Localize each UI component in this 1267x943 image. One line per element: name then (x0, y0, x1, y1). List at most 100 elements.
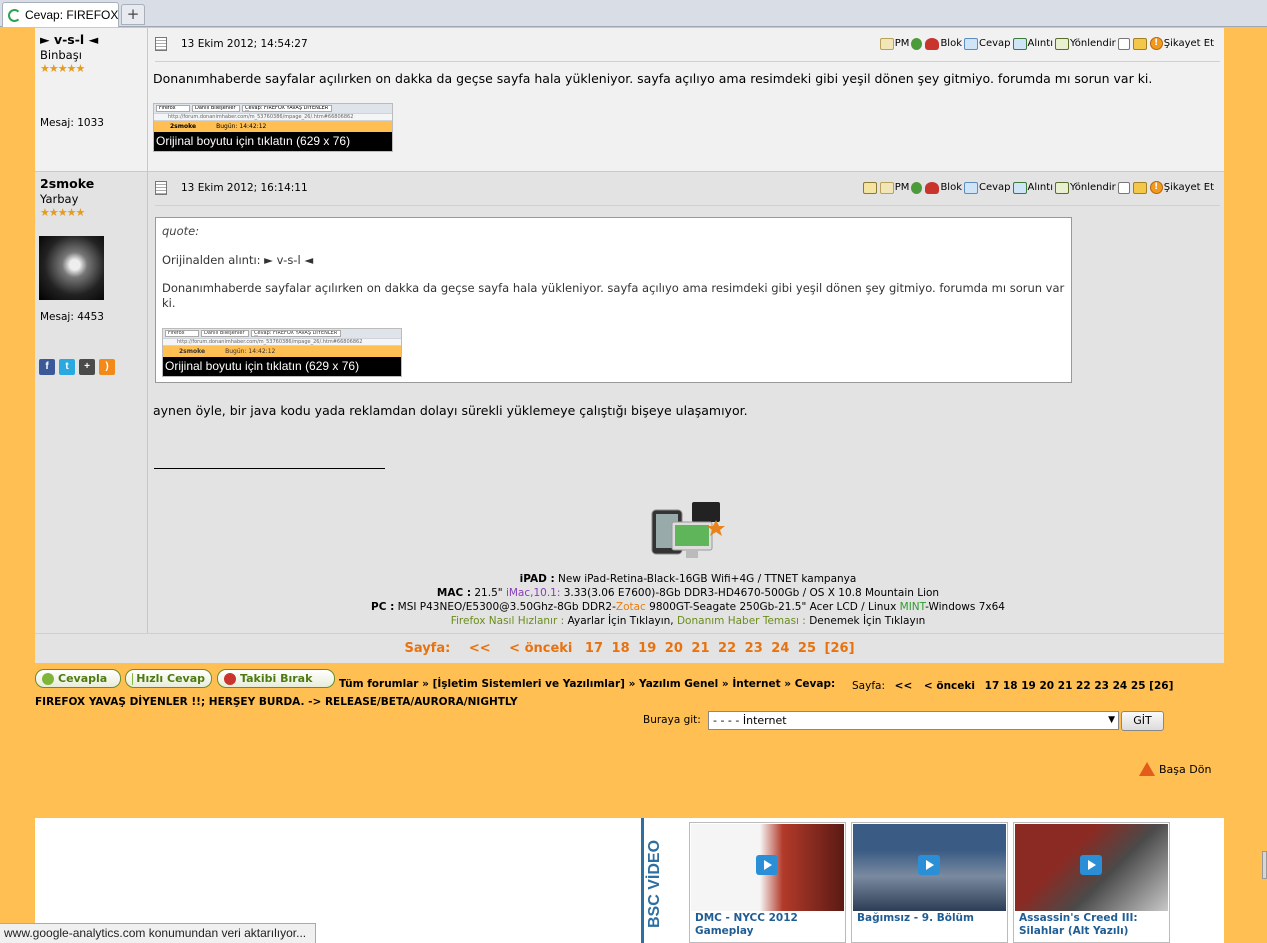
reply-button[interactable]: Cevap (964, 181, 1011, 194)
pm-button[interactable]: PM (879, 37, 909, 50)
add-user-icon (911, 37, 923, 50)
block-button[interactable]: Blok (925, 181, 962, 194)
page-link[interactable]: 24 (1113, 680, 1128, 692)
page-link[interactable]: 25 (798, 641, 816, 656)
breadcrumb-thread-title[interactable]: FIREFOX YAVAŞ DİYENLER !!; HERŞEY BURDA.… (35, 696, 518, 708)
quote-button[interactable]: Alıntı (1012, 37, 1053, 50)
page-link[interactable]: 18 (612, 641, 630, 656)
image-thumbnail[interactable]: Firefox Dahili Bileşenler Cevap: FIREFOX Y… (162, 328, 402, 377)
goto-forum-select[interactable]: - - - - İnternet ▼ (708, 711, 1119, 730)
warning-icon: ! (1149, 181, 1163, 194)
email-button[interactable] (862, 181, 878, 194)
thumbnail-caption: Orijinal boyutu için tıklatın (629 x 76) (154, 132, 392, 151)
active-tab[interactable]: Cevap: FIREFOX... (2, 2, 119, 27)
report-button[interactable]: ! Şikayet Et (1149, 37, 1214, 50)
forward-button[interactable]: Yönlendir (1054, 37, 1116, 50)
thumbnail-caption: Orijinal boyutu için tıklatın (629 x 76) (163, 357, 401, 376)
folder-button[interactable] (1132, 37, 1148, 50)
note-button[interactable] (1117, 181, 1131, 194)
page-link[interactable]: 22 (718, 641, 736, 656)
twitter-icon[interactable]: t (59, 359, 75, 375)
page-link[interactable]: 25 (1131, 680, 1146, 692)
rss-icon[interactable]: ) (99, 359, 115, 375)
pm-button[interactable]: PM (879, 181, 909, 194)
signature-ipad: iPAD : New iPad-Retina-Black-16GB Wifi+4… (519, 573, 857, 585)
prev-page-link[interactable]: < önceki (509, 641, 572, 656)
post-author-panel: ► v-s-l ◄ Binbaşı ★★★★★ Mesaj: 1033 (35, 28, 148, 171)
forum-post: 2smoke Yarbay ★★★★★ Mesaj: 4453 f t + ) … (35, 171, 1224, 633)
post-body: Donanımhaberde sayfalar açılırken on dak… (153, 71, 1153, 86)
page-link[interactable]: 21 (691, 641, 709, 656)
back-to-top-link[interactable]: Başa Dön (1139, 762, 1211, 776)
page-link[interactable]: 23 (1094, 680, 1109, 692)
image-thumbnail[interactable]: Firefox Dahili Bileşenler Cevap: FIREFOX Y… (153, 103, 393, 152)
video-card[interactable]: Assassin's Creed III: Silahlar (Alt Yazıl… (1013, 822, 1170, 943)
quote-body: Donanımhaberde sayfalar açılırken on dak… (162, 281, 1065, 310)
facebook-icon[interactable]: f (39, 359, 55, 375)
theme-link[interactable]: Donanım Haber Teması : (677, 615, 806, 627)
pm-icon (879, 181, 894, 194)
reply-icon (964, 181, 978, 194)
reply-button[interactable]: Cevap (964, 37, 1011, 50)
play-icon (918, 855, 940, 875)
page-link[interactable]: 22 (1076, 680, 1091, 692)
page-link[interactable]: 23 (745, 641, 763, 656)
page-link[interactable]: 17 (985, 680, 1000, 692)
block-button[interactable]: Blok (925, 37, 962, 50)
post-date-row: 13 Ekim 2012; 14:54:27 (155, 37, 308, 51)
folder-icon (1132, 37, 1147, 50)
video-section-label: BSC VİDEO (641, 818, 687, 943)
add-friend-button[interactable] (911, 37, 923, 50)
unfollow-button[interactable]: Takibi Bırak (217, 669, 335, 688)
add-friend-button[interactable] (911, 181, 923, 194)
post-username[interactable]: 2smoke (40, 176, 142, 191)
reply-post-button[interactable]: Cevapla (35, 669, 121, 688)
pagination-secondary: Sayfa: << < önceki 17 18 19 20 21 22 23 … (852, 680, 1173, 692)
new-tab-button[interactable]: + (121, 4, 145, 25)
goto-label: Buraya git: (643, 714, 701, 726)
page-link[interactable]: 20 (1039, 680, 1054, 692)
post-username[interactable]: ► v-s-l ◄ (40, 32, 142, 47)
scrollbar-thumb[interactable] (1262, 851, 1267, 879)
current-page: [26] (824, 641, 855, 656)
first-page-link[interactable]: << (469, 641, 491, 656)
firefox-link[interactable]: Firefox Nasıl Hızlanır : (451, 615, 564, 627)
post-document-icon (155, 37, 167, 51)
pagination: Sayfa: << < önceki 17 18 19 20 21 22 23 … (35, 633, 1224, 663)
goto-button[interactable]: GİT (1121, 711, 1164, 731)
avatar[interactable] (39, 236, 104, 300)
forward-button[interactable]: Yönlendir (1054, 181, 1116, 194)
page-link[interactable]: 18 (1003, 680, 1018, 692)
post-body: aynen öyle, bir java kodu yada reklamdan… (153, 403, 748, 418)
quick-reply-button[interactable]: Hızlı Cevap (125, 669, 212, 688)
play-icon (1080, 855, 1102, 875)
page-link[interactable]: 19 (638, 641, 656, 656)
video-card[interactable]: Bağımsız - 9. Bölüm (851, 822, 1008, 943)
devices-icon (651, 502, 725, 558)
quote-button[interactable]: Alıntı (1012, 181, 1053, 194)
breadcrumb[interactable]: Tüm forumlar » [İşletim Sistemleri ve Ya… (339, 673, 839, 695)
folder-icon (1132, 181, 1147, 194)
prev-page-link[interactable]: < önceki (924, 680, 975, 692)
tab-bar: Cevap: FIREFOX... + (0, 0, 1267, 27)
signature-divider (154, 468, 385, 469)
status-bar: www.google-analytics.com konumundan veri… (0, 923, 316, 943)
quote-source: Orijinalden alıntı: ► v-s-l ◄ (162, 253, 314, 267)
page-link[interactable]: 20 (665, 641, 683, 656)
first-page-link[interactable]: << (895, 680, 913, 692)
add-plus-icon[interactable]: + (79, 359, 95, 375)
page-link[interactable]: 21 (1058, 680, 1073, 692)
quote-icon (1012, 181, 1027, 194)
header-divider (155, 61, 1220, 62)
signature-firefox: Firefox Nasıl Hızlanır : Ayarlar İçin Tı… (450, 615, 926, 627)
user-rank: Binbaşı (40, 48, 82, 62)
folder-button[interactable] (1132, 181, 1148, 194)
note-button[interactable] (1117, 37, 1131, 50)
page-link[interactable]: 24 (771, 641, 789, 656)
page-link[interactable]: 17 (585, 641, 603, 656)
video-card[interactable]: DMC - NYCC 2012 Gameplay (689, 822, 846, 943)
heart-icon (224, 672, 236, 685)
page-link[interactable]: 19 (1021, 680, 1036, 692)
block-hand-icon (925, 37, 940, 50)
report-button[interactable]: ! Şikayet Et (1149, 181, 1214, 194)
